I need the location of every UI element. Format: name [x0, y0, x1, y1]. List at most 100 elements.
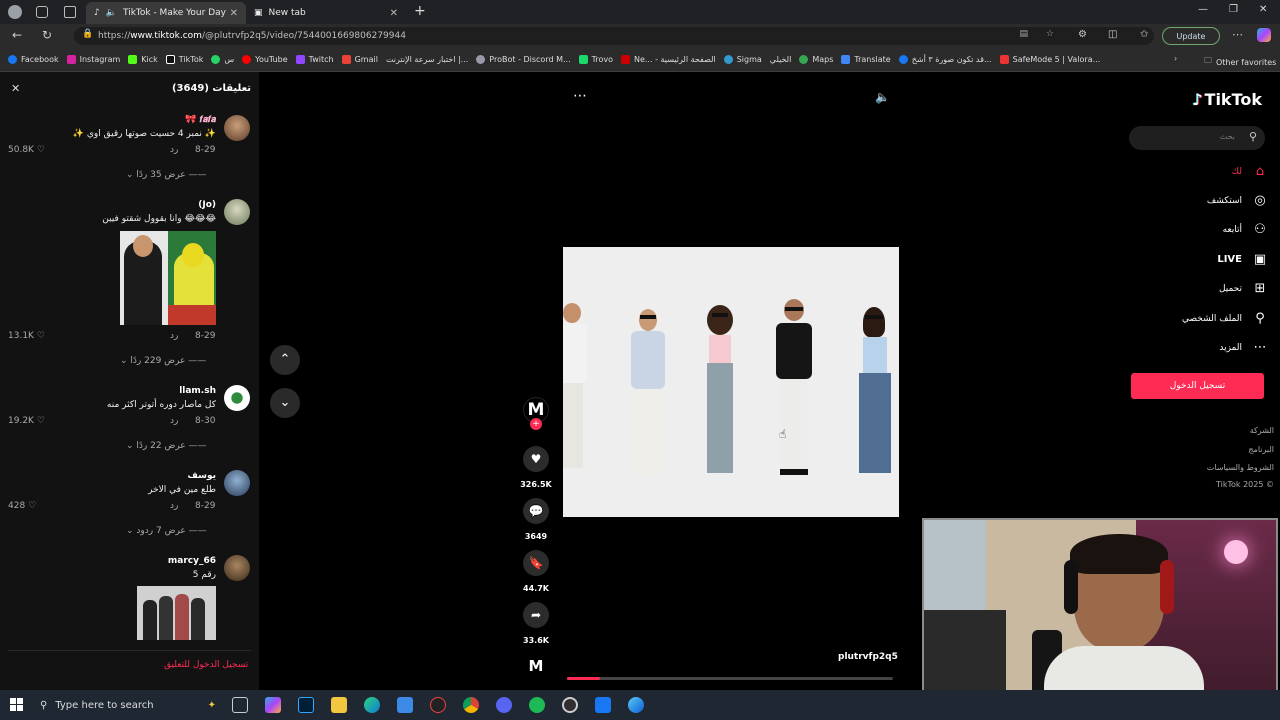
- copilot-icon[interactable]: [1257, 28, 1271, 42]
- copilot-taskbar-icon[interactable]: [265, 697, 281, 713]
- view-replies[interactable]: ⌄ عرض 35 ردًا ——: [126, 170, 207, 180]
- sidebar-item-upload[interactable]: تحميل ⊞: [1219, 281, 1268, 296]
- progress-track[interactable]: [567, 677, 893, 680]
- tiktok-logo[interactable]: ♪ TikTok: [1192, 90, 1262, 109]
- bookmarks-overflow-icon[interactable]: ›: [1174, 54, 1177, 63]
- login-to-comment[interactable]: تسجيل الدخول للتعليق: [164, 660, 248, 670]
- tab-actions-icon[interactable]: [64, 6, 76, 18]
- view-replies[interactable]: ⌄ عرض 229 ردًا ——: [120, 356, 206, 366]
- comment-author[interactable]: يوسف: [187, 471, 216, 481]
- avatar[interactable]: [224, 199, 250, 225]
- search-input[interactable]: بحث ⚲: [1129, 126, 1265, 150]
- comment-button[interactable]: 💬: [523, 498, 549, 524]
- avatar[interactable]: [224, 470, 250, 496]
- back-icon[interactable]: ←: [12, 28, 22, 42]
- spotify-icon[interactable]: [529, 697, 545, 713]
- bookmark-instagram[interactable]: Instagram: [66, 55, 120, 64]
- settings-menu-icon[interactable]: ⋯: [1232, 28, 1243, 41]
- volume-icon[interactable]: 🔈: [875, 90, 890, 104]
- sidebar-item-following[interactable]: أتابعه ⚇: [1223, 222, 1268, 237]
- bookmark-kick[interactable]: Kick: [128, 55, 158, 64]
- close-tab-icon[interactable]: ✕: [390, 8, 398, 19]
- comment-author[interactable]: (Jo): [198, 200, 216, 210]
- obs-icon[interactable]: [562, 697, 578, 713]
- bookmark-safemode[interactable]: SafeMode 5 | Valora...: [999, 55, 1100, 64]
- bookmark-facebook[interactable]: Facebook: [8, 55, 59, 64]
- follow-plus-icon[interactable]: +: [530, 418, 542, 430]
- music-disc-icon[interactable]: M: [525, 655, 547, 677]
- next-video-button[interactable]: ⌄: [270, 388, 300, 418]
- bookmark-twitch[interactable]: Twitch: [295, 55, 334, 64]
- close-comments-icon[interactable]: ✕: [11, 82, 20, 95]
- edge-icon[interactable]: [364, 697, 380, 713]
- heart-outline-icon[interactable]: ♡: [28, 501, 36, 511]
- like-count[interactable]: 50.8K ♡: [8, 145, 45, 155]
- speaker-tab-icon[interactable]: 🔈: [106, 8, 117, 18]
- view-replies[interactable]: ⌄ عرض 7 ردود ——: [126, 526, 207, 536]
- tab-new-tab[interactable]: ▣ New tab ✕: [246, 2, 406, 24]
- bookmark-home[interactable]: Ne... - الصفحة الرئيسية: [620, 55, 716, 64]
- profile-avatar-icon[interactable]: [8, 5, 22, 19]
- like-count[interactable]: 13.1K ♡: [8, 331, 45, 341]
- video-player[interactable]: ☝: [563, 247, 899, 517]
- sidebar-item-foryou[interactable]: لك ⌂: [1232, 164, 1268, 179]
- video-author[interactable]: plutrvfp2q5: [838, 652, 898, 662]
- minimize-button[interactable]: —: [1198, 4, 1208, 15]
- new-tab-button[interactable]: +: [414, 3, 426, 19]
- save-button[interactable]: 🔖: [523, 550, 549, 576]
- footer-company[interactable]: الشركة: [1250, 426, 1274, 435]
- comment-image[interactable]: [120, 231, 216, 325]
- split-screen-icon[interactable]: ◫: [1108, 29, 1117, 40]
- update-button[interactable]: Update: [1162, 27, 1220, 45]
- like-count[interactable]: 19.2K ♡: [8, 416, 45, 426]
- bookmark-translate[interactable]: Translate: [841, 55, 891, 64]
- workspaces-icon[interactable]: [36, 6, 48, 18]
- comment-image[interactable]: [137, 586, 216, 640]
- bookmark-gmail[interactable]: Gmail: [341, 55, 378, 64]
- footer-terms[interactable]: الشروط والسياسات: [1207, 463, 1274, 472]
- restore-button[interactable]: ❐: [1229, 4, 1238, 15]
- view-replies[interactable]: ⌄ عرض 22 ردًا ——: [126, 441, 207, 451]
- bookmark-whatsapp[interactable]: س: [211, 55, 234, 64]
- more-options-icon[interactable]: ⋯: [573, 88, 587, 104]
- close-tab-icon[interactable]: ✕: [230, 8, 238, 19]
- heart-outline-icon[interactable]: ♡: [37, 416, 45, 426]
- bookmark-facebook-photo[interactable]: قد تكون صورة ٣ أشخ...: [898, 55, 992, 64]
- bookmark-probot[interactable]: ProBot - Discord M...: [476, 55, 571, 64]
- close-window-button[interactable]: ✕: [1259, 4, 1267, 15]
- sidebar-item-live[interactable]: LIVE ▣: [1217, 252, 1268, 267]
- bookmark-tiktok[interactable]: TikTok: [165, 55, 203, 64]
- previous-video-button[interactable]: ⌃: [270, 345, 300, 375]
- reply-link[interactable]: رد: [170, 501, 178, 511]
- capture-icon[interactable]: [430, 697, 446, 713]
- url-field[interactable]: 🔒 https://www.tiktok.com/@plutrvfp2q5/vi…: [74, 27, 1154, 45]
- photoshop-icon[interactable]: [298, 697, 314, 713]
- bookmark-youtube[interactable]: YouTube: [242, 55, 288, 64]
- search-icon[interactable]: ⚲: [1249, 130, 1257, 143]
- reader-mode-icon[interactable]: ▤: [1019, 29, 1028, 39]
- file-explorer-icon[interactable]: [331, 697, 347, 713]
- comment-author[interactable]: marcy_66: [168, 556, 216, 566]
- sidebar-item-explore[interactable]: استكشف ◎: [1207, 193, 1268, 208]
- refresh-icon[interactable]: ↻: [42, 28, 52, 42]
- sidebar-item-profile[interactable]: الملف الشخصي ⚲: [1182, 311, 1268, 326]
- favorite-star-icon[interactable]: ☆: [1046, 29, 1054, 39]
- tab-tiktok[interactable]: ♪ 🔈 TikTok - Make Your Day ✕: [86, 2, 246, 24]
- extensions-icon[interactable]: ⚙: [1078, 29, 1087, 40]
- avatar[interactable]: [224, 385, 250, 411]
- avatar[interactable]: [224, 555, 250, 581]
- bookmark-maps[interactable]: Maps: [799, 55, 833, 64]
- store-icon[interactable]: [397, 697, 413, 713]
- sidebar-item-more[interactable]: المزيد ⋯: [1219, 340, 1268, 355]
- messenger-icon[interactable]: [595, 697, 611, 713]
- bookmark-trovo[interactable]: Trovo: [578, 55, 613, 64]
- heart-outline-icon[interactable]: ♡: [37, 145, 45, 155]
- footer-program[interactable]: البرنامج: [1248, 445, 1274, 454]
- bookmark-khaili[interactable]: الخيلي: [770, 55, 792, 64]
- comment-author[interactable]: llam.sh: [179, 386, 216, 396]
- other-favorites[interactable]: 🗀 Other favorites: [1204, 55, 1276, 69]
- reply-link[interactable]: رد: [170, 416, 178, 426]
- login-button[interactable]: تسجيل الدخول: [1131, 373, 1264, 399]
- heart-outline-icon[interactable]: ♡: [37, 331, 45, 341]
- share-button[interactable]: ➦: [523, 602, 549, 628]
